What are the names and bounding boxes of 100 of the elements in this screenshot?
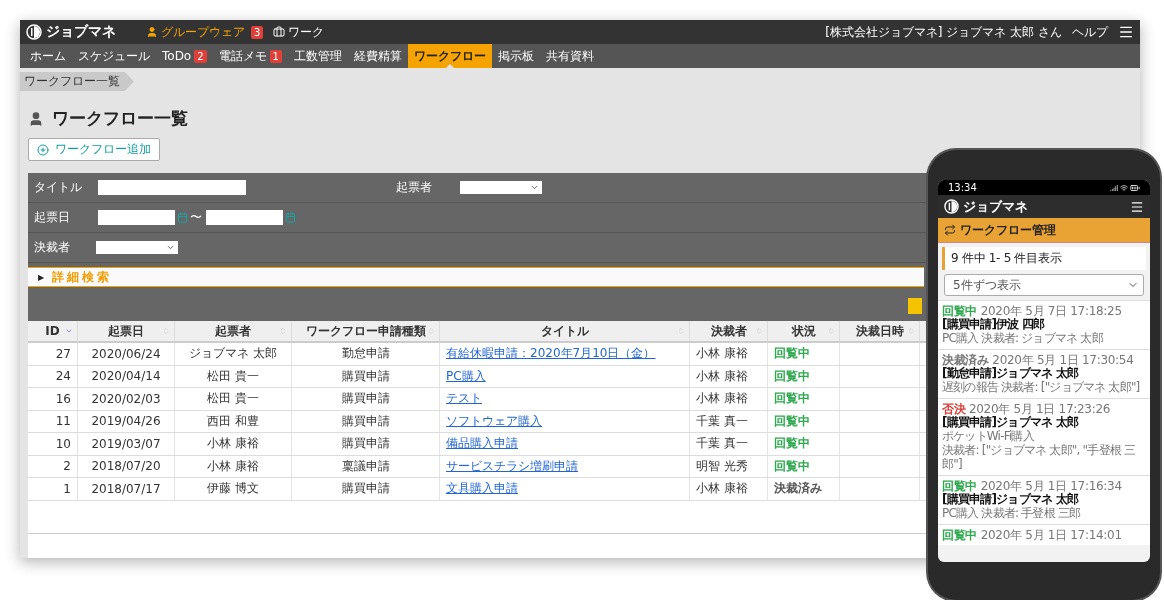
wifi-icon	[1120, 183, 1128, 192]
workflow-list-item[interactable]: 回覧中 2020年 5月 1日 17:16:34 [購買申請]ジョブマネ 太郎 PC購入 決裁者: 手登根 三郎	[938, 474, 1150, 524]
workflow-list-item[interactable]: 回覧中 2020年 5月 1日 17:14:01	[938, 523, 1150, 545]
table-cell: 千葉 真一	[690, 410, 768, 432]
status-text: 回覧中	[774, 390, 810, 408]
table-cell: 明智 光秀	[690, 455, 768, 477]
menu-icon[interactable]	[1130, 199, 1144, 214]
date-field[interactable]	[98, 210, 175, 225]
nav-tab[interactable]: 経費精算	[347, 44, 408, 68]
field-label: 起票日	[34, 209, 71, 226]
status-text: 回覧中	[774, 435, 810, 453]
column-header[interactable]: 決裁日時	[840, 321, 920, 341]
table-cell: 10	[28, 433, 78, 455]
nav-tab[interactable]: 電話メモ 1	[212, 44, 288, 68]
table-cell: 2018/07/17	[78, 478, 175, 500]
status-text: 回覧中	[774, 367, 810, 385]
date-field[interactable]	[206, 210, 283, 225]
advanced-search-toggle[interactable]: ▶ 詳細検索	[28, 267, 924, 287]
table-cell: ジョブマネ 太郎	[175, 343, 292, 365]
workflow-list-item[interactable]: 回覧中 2020年 5月 7日 17:18:25 [購買申請]伊波 四郎 PC購入 決裁者: ジョブマネ 太郎	[938, 300, 1150, 349]
help-link[interactable]: ヘルプ	[1072, 23, 1108, 41]
table-cell: 16	[28, 388, 78, 410]
table-cell: 2019/03/07	[78, 433, 175, 455]
column-header[interactable]: 起票日	[78, 321, 175, 341]
chevron-down-icon	[530, 183, 539, 192]
table-cell: 購買申請	[292, 478, 440, 500]
nav-tab[interactable]: 工数管理	[287, 44, 348, 68]
plus-icon	[37, 143, 49, 156]
table-cell: 購買申請	[292, 433, 440, 455]
table-cell: 松田 貴一	[175, 388, 292, 410]
nav-tab[interactable]: 掲示板	[491, 44, 540, 68]
count-badge: 1	[269, 49, 282, 63]
title-link[interactable]: 備品購入申請	[446, 435, 518, 453]
item-detail: 決裁者: ["ジョブマネ 太郎", "手登根 三郎"]	[942, 443, 1137, 472]
briefcase-icon	[273, 26, 286, 38]
title-link[interactable]: ソフトウェア購入	[446, 412, 542, 430]
item-title: [購買申請]ジョブマネ 太郎	[942, 416, 1080, 430]
add-workflow-button[interactable]: ワークフロー追加	[28, 138, 160, 161]
table-cell: 小林 康裕	[690, 478, 768, 500]
count-badge: 2	[194, 49, 207, 63]
table-cell: 小林 康裕	[690, 388, 768, 410]
calendar-icon[interactable]	[177, 212, 188, 223]
item-detail: ポケットWi-Fi購入	[942, 430, 1036, 444]
calendar-icon[interactable]	[285, 212, 296, 223]
item-header: 否決 2020年 5月 1日 17:23:26	[942, 401, 1112, 416]
table-cell: 11	[28, 410, 78, 432]
item-header: 回覧中 2020年 5月 7日 17:18:25	[942, 304, 1123, 318]
logo-text: ジョブマネ	[46, 23, 116, 41]
action-button[interactable]	[908, 298, 922, 314]
signal-icon	[1110, 183, 1118, 192]
title-link[interactable]: テスト	[446, 390, 482, 408]
table-cell: 小林 康裕	[690, 365, 768, 387]
repeat-icon	[944, 224, 956, 236]
table-cell: 稟議申請	[292, 455, 440, 477]
column-header[interactable]: タイトル	[440, 321, 690, 341]
menu-icon[interactable]	[1118, 24, 1134, 40]
person-icon	[28, 110, 44, 127]
issuer-select[interactable]	[460, 181, 542, 194]
title-link[interactable]: 有給休暇申請：2020年7月10日（金）	[446, 345, 656, 363]
module-link[interactable]: ワーク	[273, 23, 325, 41]
item-detail: PC購入 決裁者: ジョブマネ 太郎	[942, 332, 1104, 346]
page-size-select[interactable]: 5件ずつ表示	[944, 274, 1144, 296]
nav-tab[interactable]: 共有資料	[539, 44, 600, 68]
column-header[interactable]: ワークフロー申請種類	[292, 321, 440, 341]
table-cell: 1	[28, 478, 78, 500]
table-cell: 千葉 真一	[690, 433, 768, 455]
title-link[interactable]: PC購入	[446, 367, 486, 385]
column-header[interactable]: 起票者	[175, 321, 292, 341]
title-field[interactable]	[98, 180, 246, 195]
nav-tab[interactable]: ToDo 2	[156, 44, 213, 68]
status-text: 決裁済み	[774, 480, 822, 498]
item-title: [購買申請]伊波 四郎	[942, 318, 1046, 332]
title-link[interactable]: サービスチラシ増刷申請	[446, 457, 578, 475]
column-header[interactable]: ID	[28, 321, 78, 341]
nav-tab[interactable]: ホーム	[24, 44, 72, 68]
item-title: [勤怠申請]ジョブマネ 太郎	[942, 367, 1080, 381]
table-cell: 27	[28, 343, 78, 365]
nav-tab[interactable]: ワークフロー	[407, 44, 492, 68]
table-cell: 購買申請	[292, 410, 440, 432]
nav-tab[interactable]: スケジュール	[72, 44, 156, 68]
table-cell: 2018/07/20	[78, 455, 175, 477]
status-text: 回覧中	[774, 345, 810, 363]
count-badge: 3	[251, 25, 264, 39]
table-cell: 購買申請	[292, 365, 440, 387]
workflow-list-item[interactable]: 決裁済み 2020年 5月 1日 17:30:54 [勤怠申請]ジョブマネ 太郎 遅刻の報告 決裁者: ["ジョブマネ 太郎"]	[938, 349, 1150, 398]
table-cell: 2020/04/14	[78, 365, 175, 387]
item-detail: PC購入 決裁者: 手登根 三郎	[942, 506, 1082, 521]
approver-select[interactable]	[96, 241, 178, 254]
workflow-list-item[interactable]: 否決 2020年 5月 1日 17:23:26 [購買申請]ジョブマネ 太郎 ポケットWi-Fi購入 決裁者: ["ジョブマネ 太郎", "手登根 三郎"]	[938, 397, 1150, 475]
section-title: ワークフロー管理	[960, 221, 1056, 239]
column-header[interactable]: 決裁者	[690, 321, 768, 341]
title-link[interactable]: 文具購入申請	[446, 480, 518, 498]
column-header[interactable]: 状況	[768, 321, 840, 341]
status-time: 13:34	[948, 182, 978, 193]
table-cell: 勤怠申請	[292, 343, 440, 365]
table-cell: 西田 和豊	[175, 410, 292, 432]
table-cell: 2020/06/24	[78, 343, 175, 365]
breadcrumb[interactable]: ワークフロー一覧	[20, 72, 134, 91]
table-cell: 2	[28, 455, 78, 477]
module-link[interactable]: グループウェア 3	[146, 23, 264, 41]
